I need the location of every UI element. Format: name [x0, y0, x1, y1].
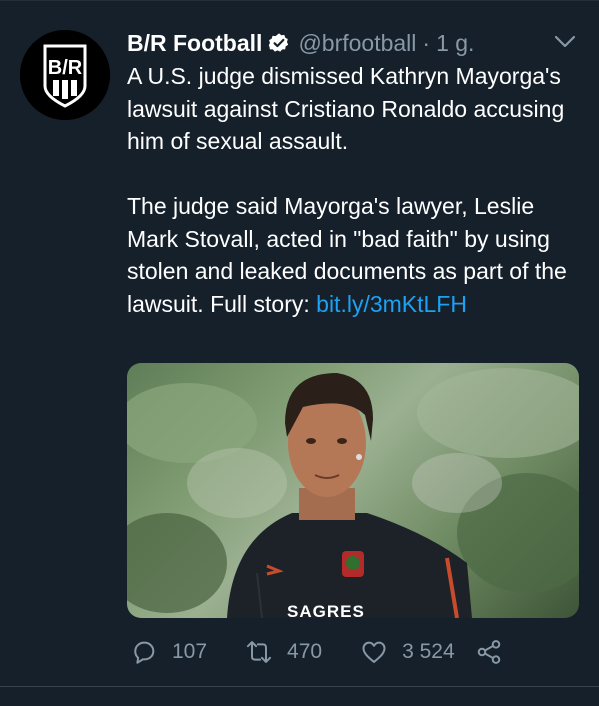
tweet-photo[interactable]: SAGRES: [127, 363, 579, 618]
like-count: 3 524: [402, 640, 455, 663]
svg-text:SAGRES: SAGRES: [287, 602, 365, 618]
br-logo-icon: B/R: [20, 30, 110, 120]
svg-text:B/R: B/R: [48, 57, 83, 79]
retweet-count: 470: [287, 640, 323, 663]
chevron-down-icon[interactable]: [553, 33, 577, 51]
share-button[interactable]: [475, 638, 503, 666]
tweet-text: A U.S. judge dismissed Kathryn Mayorga's…: [127, 60, 587, 320]
tweet[interactable]: B/R B/R Football @brfootball · 1 g. A U.…: [0, 0, 599, 686]
avatar[interactable]: B/R: [20, 30, 110, 120]
tweet-paragraph-1: A U.S. judge dismissed Kathryn Mayorga's…: [127, 63, 565, 154]
reply-count: 107: [172, 640, 208, 663]
tweet-actions: 107 470 3 524: [130, 636, 503, 668]
share-icon: [477, 640, 500, 664]
tweet-header: B/R Football @brfootball · 1 g.: [127, 27, 474, 59]
like-icon: [362, 641, 386, 663]
retweet-button[interactable]: 470: [245, 638, 322, 666]
story-link[interactable]: bit.ly/3mKtLFH: [316, 291, 467, 317]
meta-separator: ·: [422, 29, 431, 56]
photo-ronaldo: SAGRES: [127, 368, 579, 618]
verified-badge-icon: [269, 33, 289, 52]
tweet-time[interactable]: 1 g.: [436, 30, 474, 57]
retweet-icon: [246, 641, 272, 663]
account-name[interactable]: B/R Football: [127, 30, 262, 57]
bottom-divider: [0, 686, 599, 687]
tweet-paragraph-2: The judge said Mayorga's lawyer, Leslie …: [127, 190, 587, 320]
account-handle[interactable]: @brfootball: [298, 30, 416, 57]
reply-icon: [134, 641, 155, 664]
reply-button[interactable]: 107: [130, 638, 207, 666]
like-button[interactable]: 3 524: [360, 638, 455, 666]
